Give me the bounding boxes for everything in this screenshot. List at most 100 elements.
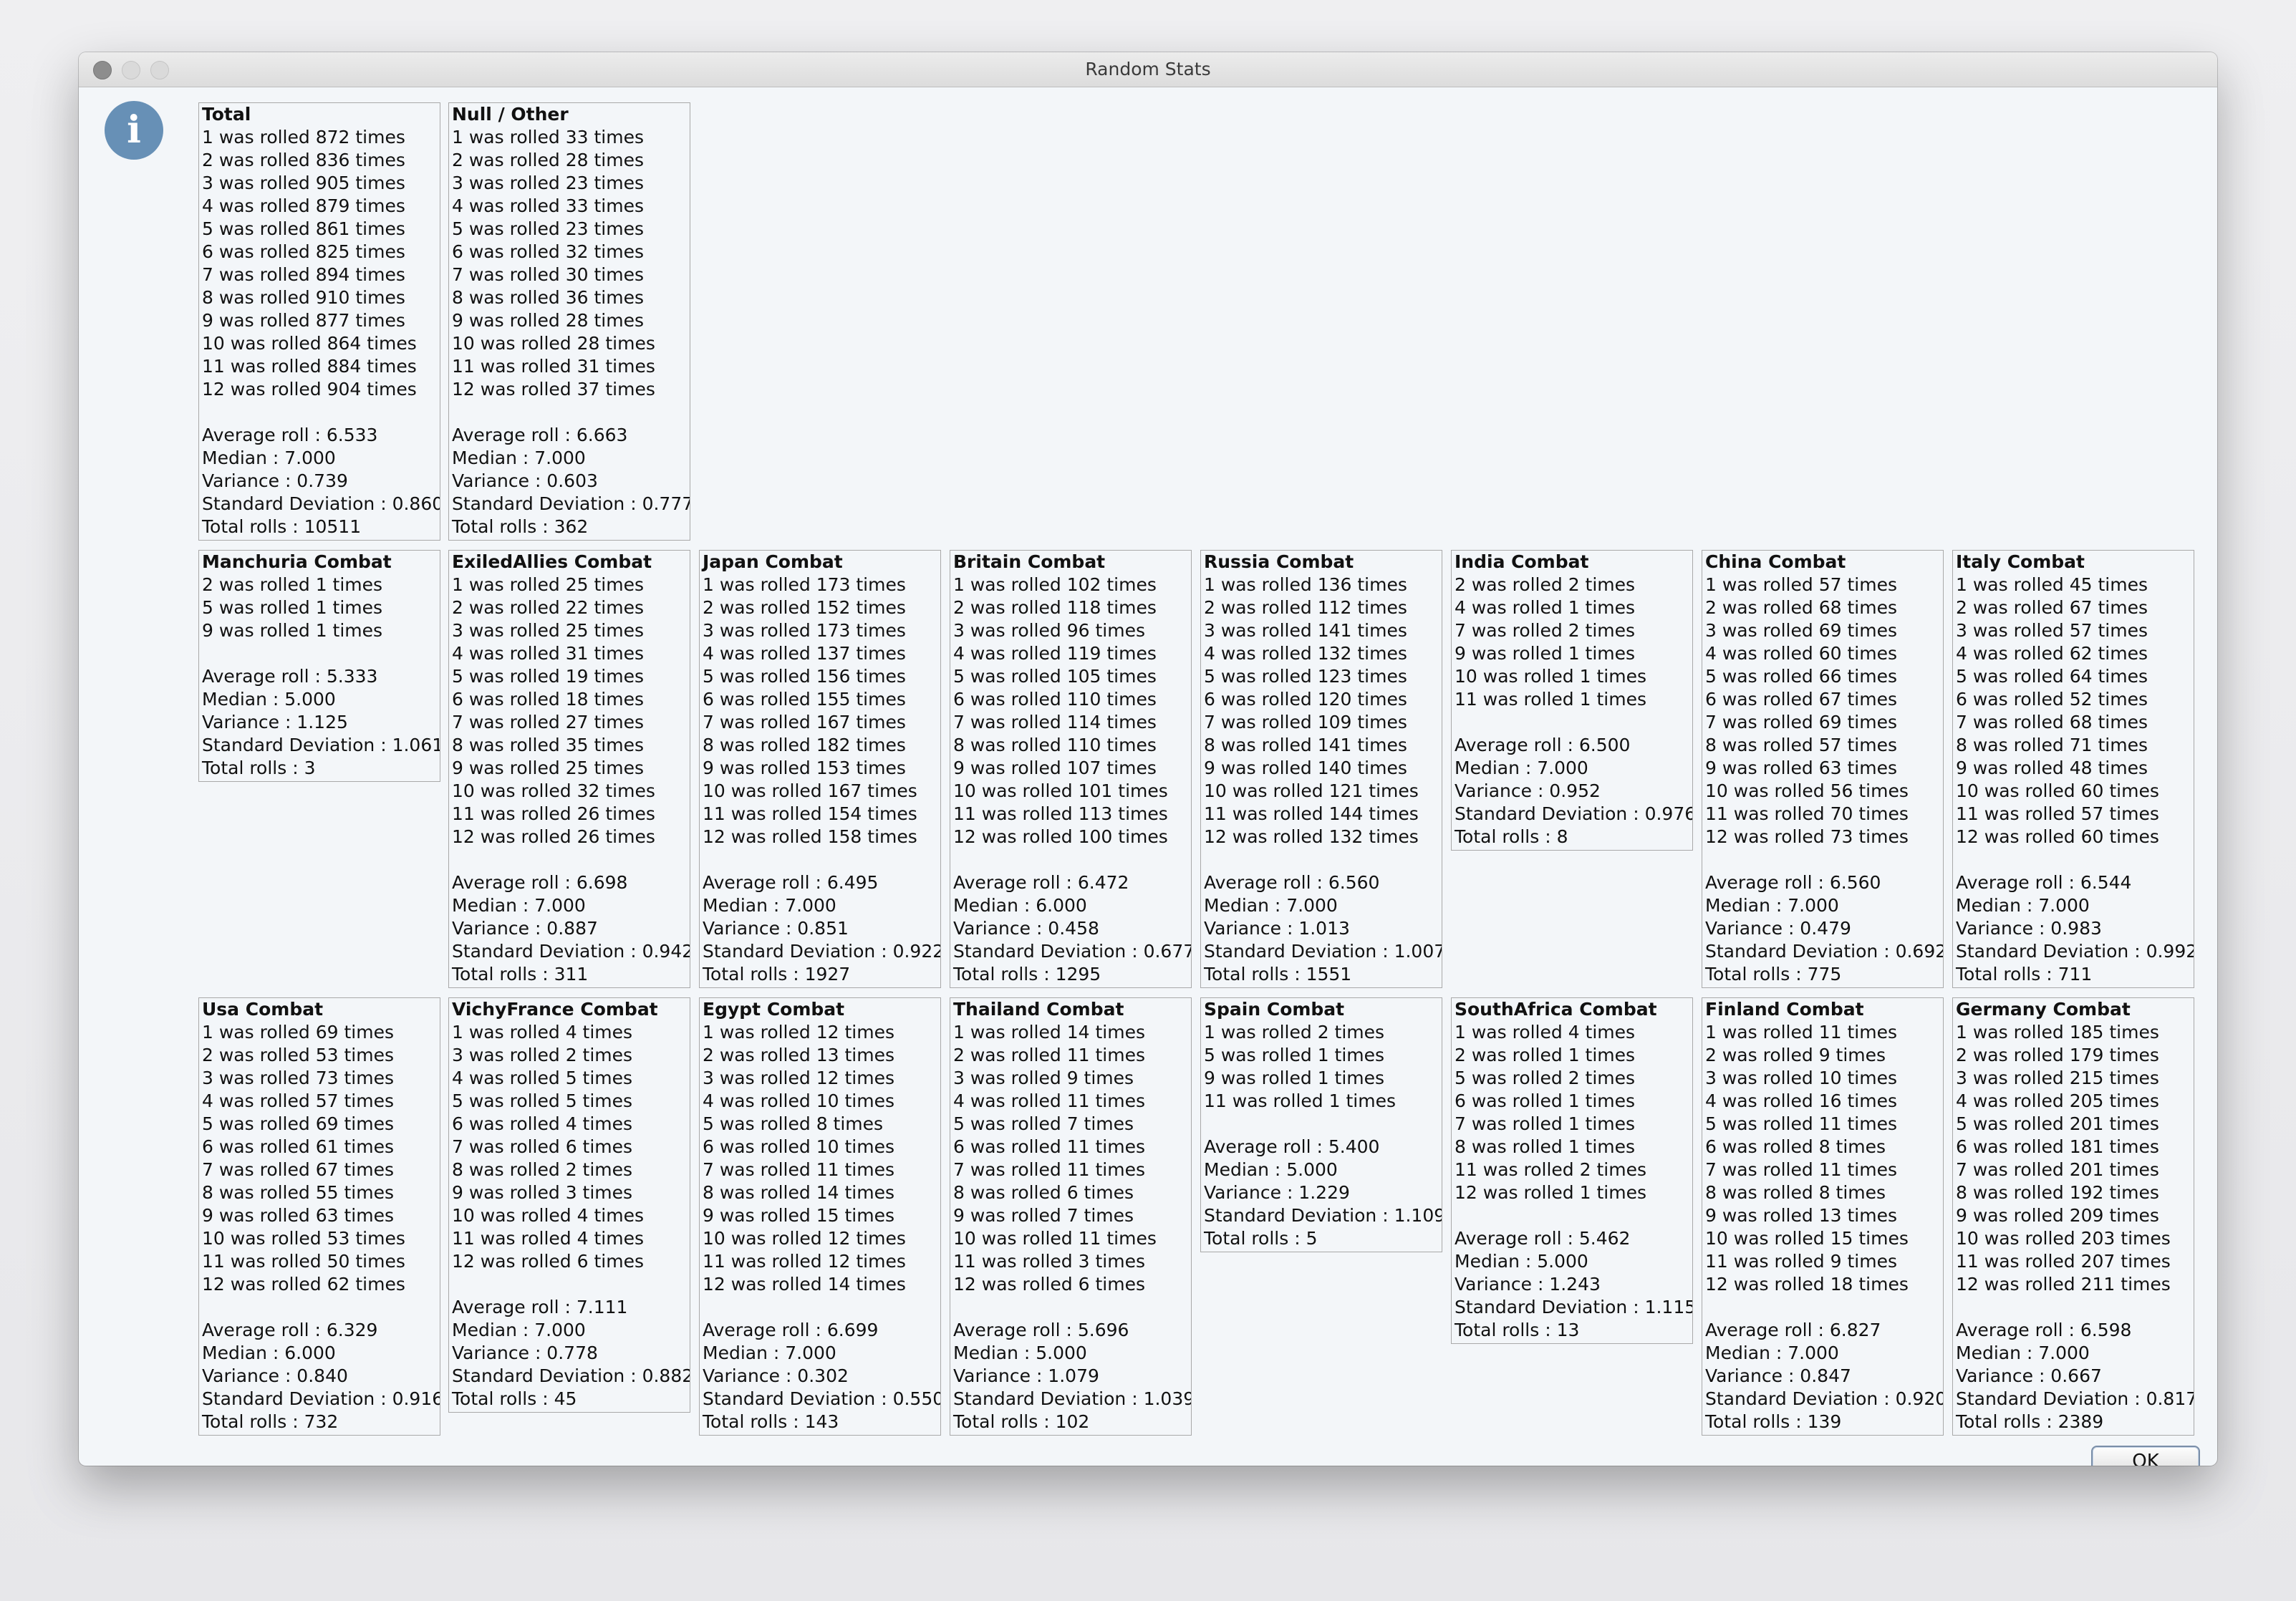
roll-count-line: 11 was rolled 1 times <box>1455 689 1646 710</box>
roll-count-line: 9 was rolled 63 times <box>1705 758 1897 778</box>
roll-count-line: 11 was rolled 113 times <box>953 803 1168 824</box>
roll-count-line: 9 was rolled 107 times <box>953 758 1157 778</box>
roll-count-line: 8 was rolled 141 times <box>1204 735 1407 755</box>
summary-line: Total rolls : 1551 <box>1204 964 1352 985</box>
summary-line: Standard Deviation : 1.061 <box>202 735 440 755</box>
stats-panel-vichyfrance-combat: VichyFrance Combat 1 was rolled 4 times 3 … <box>448 997 690 1413</box>
summary-line: Standard Deviation : 0.860 <box>202 493 440 514</box>
roll-count-line: 7 was rolled 67 times <box>202 1159 394 1180</box>
summary-line: Total rolls : 8 <box>1455 826 1568 847</box>
summary-line: Average roll : 6.329 <box>202 1320 378 1340</box>
roll-count-line: 11 was rolled 57 times <box>1956 803 2159 824</box>
roll-count-line: 1 was rolled 2 times <box>1204 1022 1385 1043</box>
summary-line: Total rolls : 1295 <box>953 964 1101 985</box>
roll-count-line: 10 was rolled 12 times <box>703 1228 906 1249</box>
stats-panel-germany-combat: Germany Combat 1 was rolled 185 times 2 wa… <box>1952 997 2194 1436</box>
roll-count-line: 2 was rolled 2 times <box>1455 574 1636 595</box>
roll-count-line: 4 was rolled 1 times <box>1455 597 1636 618</box>
roll-count-line: 5 was rolled 69 times <box>202 1113 394 1134</box>
roll-count-line: 5 was rolled 8 times <box>703 1113 884 1134</box>
stats-panel-total: Total 1 was rolled 872 times 2 was rolled … <box>198 102 440 541</box>
roll-count-line: 11 was rolled 70 times <box>1705 803 1909 824</box>
summary-line: Standard Deviation : 1.115 <box>1455 1297 1693 1317</box>
roll-count-line: 12 was rolled 60 times <box>1956 826 2159 847</box>
roll-count-line: 4 was rolled 60 times <box>1705 643 1897 664</box>
roll-count-line: 1 was rolled 69 times <box>202 1022 394 1043</box>
roll-count-line: 11 was rolled 144 times <box>1204 803 1419 824</box>
roll-count-line: 11 was rolled 1 times <box>1204 1090 1396 1111</box>
roll-count-line: 7 was rolled 27 times <box>452 712 644 732</box>
summary-line: Median : 6.000 <box>202 1343 336 1363</box>
summary-line: Median : 7.000 <box>1956 895 2090 916</box>
roll-count-line: 6 was rolled 110 times <box>953 689 1157 710</box>
roll-count-line: 11 was rolled 9 times <box>1705 1251 1897 1272</box>
roll-count-line: 7 was rolled 69 times <box>1705 712 1897 732</box>
stats-panel-usa-combat: Usa Combat 1 was rolled 69 times 2 was rol… <box>198 997 440 1436</box>
roll-count-line: 6 was rolled 825 times <box>202 241 405 262</box>
roll-count-line: 11 was rolled 2 times <box>1455 1159 1646 1180</box>
panel-title: India Combat <box>1455 551 1589 572</box>
roll-count-line: 11 was rolled 3 times <box>953 1251 1145 1272</box>
summary-line: Average roll : 6.472 <box>953 872 1129 893</box>
summary-line: Variance : 0.458 <box>953 918 1099 939</box>
roll-count-line: 3 was rolled 9 times <box>953 1068 1134 1088</box>
roll-count-line: 3 was rolled 12 times <box>703 1068 894 1088</box>
roll-count-line: 11 was rolled 207 times <box>1956 1251 2171 1272</box>
summary-line: Standard Deviation : 0.942 <box>452 941 690 962</box>
ok-button[interactable]: OK <box>2091 1446 2200 1466</box>
roll-count-line: 1 was rolled 872 times <box>202 127 405 147</box>
summary-line: Average roll : 6.544 <box>1956 872 2132 893</box>
roll-count-line: 2 was rolled 118 times <box>953 597 1157 618</box>
roll-count-line: 4 was rolled 137 times <box>703 643 906 664</box>
roll-count-line: 4 was rolled 31 times <box>452 643 644 664</box>
roll-count-line: 11 was rolled 26 times <box>452 803 655 824</box>
roll-count-line: 6 was rolled 8 times <box>1705 1136 1886 1157</box>
roll-count-line: 12 was rolled 100 times <box>953 826 1168 847</box>
summary-line: Variance : 0.302 <box>703 1365 849 1386</box>
roll-count-line: 6 was rolled 181 times <box>1956 1136 2159 1157</box>
roll-count-line: 8 was rolled 14 times <box>703 1182 894 1203</box>
summary-line: Average roll : 6.598 <box>1956 1320 2132 1340</box>
roll-count-line: 2 was rolled 22 times <box>452 597 644 618</box>
roll-count-line: 11 was rolled 12 times <box>703 1251 906 1272</box>
roll-count-line: 1 was rolled 12 times <box>703 1022 894 1043</box>
roll-count-line: 9 was rolled 877 times <box>202 310 405 331</box>
roll-count-line: 12 was rolled 6 times <box>452 1251 644 1272</box>
roll-count-line: 6 was rolled 61 times <box>202 1136 394 1157</box>
roll-count-line: 8 was rolled 182 times <box>703 735 906 755</box>
summary-line: Total rolls : 775 <box>1705 964 1842 985</box>
roll-count-line: 4 was rolled 57 times <box>202 1090 394 1111</box>
panel-title: Spain Combat <box>1204 999 1345 1020</box>
roll-count-line: 8 was rolled 57 times <box>1705 735 1897 755</box>
roll-count-line: 2 was rolled 152 times <box>703 597 906 618</box>
stats-panel-null-other: Null / Other 1 was rolled 33 times 2 was r… <box>448 102 690 541</box>
roll-count-line: 10 was rolled 4 times <box>452 1205 644 1226</box>
summary-line: Total rolls : 102 <box>953 1411 1090 1432</box>
roll-count-line: 1 was rolled 57 times <box>1705 574 1897 595</box>
summary-line: Variance : 0.887 <box>452 918 598 939</box>
stats-panel-china-combat: China Combat 1 was rolled 57 times 2 was r… <box>1702 550 1944 988</box>
summary-line: Variance : 0.840 <box>202 1365 348 1386</box>
summary-line: Variance : 0.983 <box>1956 918 2102 939</box>
roll-count-line: 3 was rolled 69 times <box>1705 620 1897 641</box>
roll-count-line: 9 was rolled 28 times <box>452 310 644 331</box>
roll-count-line: 12 was rolled 211 times <box>1956 1274 2171 1295</box>
roll-count-line: 2 was rolled 112 times <box>1204 597 1407 618</box>
roll-count-line: 7 was rolled 30 times <box>452 264 644 285</box>
summary-line: Variance : 0.847 <box>1705 1365 1851 1386</box>
roll-count-line: 10 was rolled 11 times <box>953 1228 1157 1249</box>
roll-count-line: 9 was rolled 13 times <box>1705 1205 1897 1226</box>
summary-line: Median : 6.000 <box>953 895 1087 916</box>
roll-count-line: 7 was rolled 114 times <box>953 712 1157 732</box>
roll-count-line: 2 was rolled 1 times <box>202 574 383 595</box>
title-bar: Random Stats <box>79 52 2217 87</box>
summary-line: Standard Deviation : 0.692 <box>1705 941 1944 962</box>
roll-count-line: 4 was rolled 33 times <box>452 195 644 216</box>
summary-line: Variance : 0.778 <box>452 1343 598 1363</box>
roll-count-line: 7 was rolled 11 times <box>1705 1159 1897 1180</box>
